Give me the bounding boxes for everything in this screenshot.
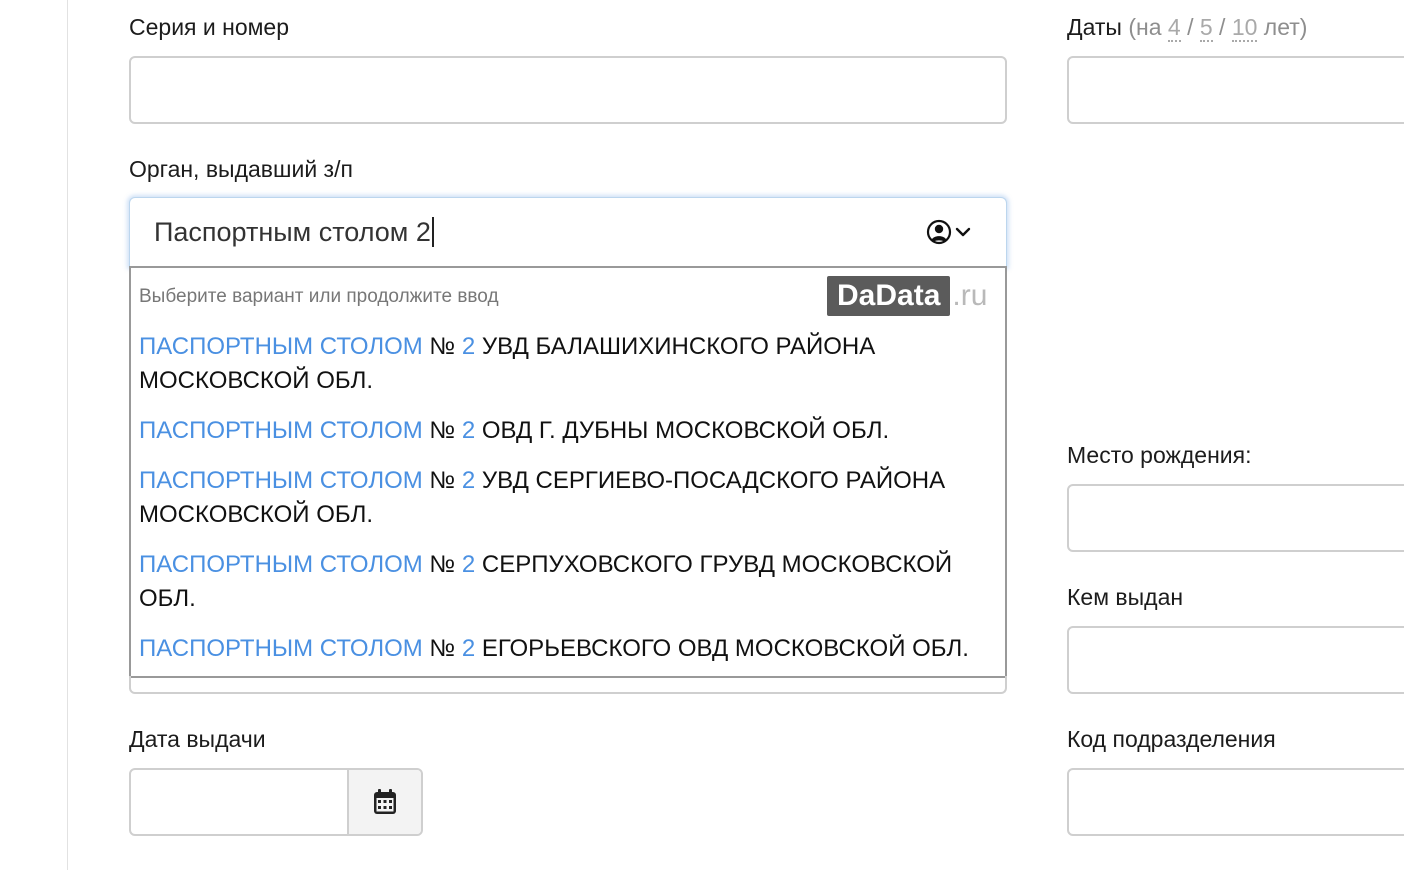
- suggestion-num: 2: [461, 467, 476, 494]
- calendar-icon: [374, 789, 396, 814]
- series-number-input[interactable]: [129, 56, 1007, 124]
- suggestion-match: ПАСПОРТНЫМ СТОЛОМ: [139, 467, 423, 494]
- suggestion-item[interactable]: ПАСПОРТНЫМ СТОЛОМ № 2 ОВД Г. ДУБНЫ МОСКО…: [139, 414, 989, 448]
- suggestion-item[interactable]: ПАСПОРТНЫМ СТОЛОМ № 2 СЕРПУХОВСКОГО ГРУВ…: [139, 548, 989, 616]
- dates-label-suffix: лет): [1263, 14, 1308, 40]
- suggestion-match: ПАСПОРТНЫМ СТОЛОМ: [139, 635, 423, 662]
- dates-input[interactable]: [1067, 56, 1404, 124]
- suggestion-num-sign: №: [429, 417, 456, 444]
- suggestions-dropdown: Выберите вариант или продолжите ввод DaD…: [129, 266, 1007, 678]
- suggestion-num: 2: [461, 417, 476, 444]
- dadata-logo-main: DaData: [827, 276, 951, 316]
- organ-dropdown-toggle[interactable]: [926, 218, 978, 246]
- suggestion-match: ПАСПОРТНЫМ СТОЛОМ: [139, 333, 423, 360]
- suggestion-num-sign: №: [429, 635, 456, 662]
- issue-date-group: [129, 768, 423, 836]
- dept-code-label: Код подразделения: [1067, 726, 1276, 752]
- issued-by-label: Кем выдан: [1067, 584, 1184, 610]
- issue-date-input[interactable]: [131, 770, 349, 834]
- dadata-logo-tld: .ru: [952, 279, 988, 312]
- suggestion-num-sign: №: [429, 333, 456, 360]
- suggestions-hint: Выберите вариант или продолжите ввод: [139, 286, 499, 307]
- dates-label: Даты (на 4 / 5 / 10 лет): [1067, 14, 1308, 42]
- suggestion-match: ПАСПОРТНЫМ СТОЛОМ: [139, 417, 423, 444]
- dadata-logo: DaData .ru: [827, 276, 987, 316]
- dates-label-main: Даты: [1067, 14, 1122, 40]
- suggestion-num-sign: №: [429, 551, 456, 578]
- suggestion-match: ПАСПОРТНЫМ СТОЛОМ: [139, 551, 423, 578]
- issued-by-input[interactable]: [1067, 626, 1404, 694]
- suggestion-rest: ЕГОРЬЕВСКОГО ОВД МОСКОВСКОЙ ОБЛ.: [481, 635, 969, 662]
- suggestion-item[interactable]: ПАСПОРТНЫМ СТОЛОМ № 2 УВД БАЛАШИХИНСКОГО…: [139, 330, 989, 398]
- suggestion-num: 2: [461, 551, 476, 578]
- dates-option-5[interactable]: 5: [1199, 14, 1213, 42]
- organ-input-text: Паспортным столом 2: [154, 217, 431, 247]
- birthplace-input[interactable]: [1067, 484, 1404, 552]
- suggestion-num-sign: №: [429, 467, 456, 494]
- date-picker-button[interactable]: [349, 770, 421, 834]
- series-label: Серия и номер: [129, 14, 290, 40]
- text-caret: [431, 216, 434, 247]
- organ-input-field[interactable]: Паспортным столом 2: [129, 197, 1007, 267]
- organ-input-value[interactable]: Паспортным столом 2: [154, 198, 434, 266]
- suggestion-rest: ОВД Г. ДУБНЫ МОСКОВСКОЙ ОБЛ.: [481, 417, 890, 444]
- left-divider: [67, 0, 68, 870]
- user-circle-icon: [926, 219, 952, 245]
- suggestion-num: 2: [461, 635, 476, 662]
- chevron-down-icon: [955, 227, 971, 237]
- organ-label: Орган, выдавший з/п: [129, 156, 353, 182]
- dates-label-prefix: (на: [1128, 14, 1162, 40]
- suggestion-item[interactable]: ПАСПОРТНЫМ СТОЛОМ № 2 ЕГОРЬЕВСКОГО ОВД М…: [139, 632, 989, 666]
- suggestion-num: 2: [461, 333, 476, 360]
- suggestion-item[interactable]: ПАСПОРТНЫМ СТОЛОМ № 2 УВД СЕРГИЕВО-ПОСАД…: [139, 464, 989, 532]
- organ-field-bottom: [129, 676, 1007, 694]
- dept-code-input[interactable]: [1067, 768, 1404, 836]
- dates-option-4[interactable]: 4: [1167, 14, 1181, 42]
- birthplace-label: Место рождения:: [1067, 442, 1252, 468]
- dates-option-10[interactable]: 10: [1231, 14, 1258, 42]
- issue-date-label: Дата выдачи: [129, 726, 266, 752]
